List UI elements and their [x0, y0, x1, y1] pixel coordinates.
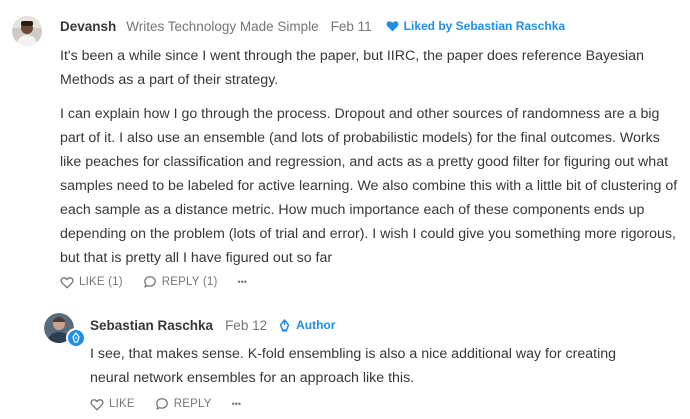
reply-paragraph: I see, that makes sense. K-fold ensembli… — [90, 346, 617, 386]
more-options-icon: ••• — [237, 277, 247, 287]
reply-label: REPLY (1) — [161, 276, 218, 288]
reply-body: I see, that makes sense. K-fold ensembli… — [90, 342, 650, 390]
reply-like-button[interactable]: LIKE — [90, 398, 135, 411]
comment-thread: Devansh Writes Technology Made Simple Fe… — [0, 0, 690, 419]
more-options-icon: ••• — [231, 399, 242, 409]
comment-author-name[interactable]: Devansh — [60, 19, 116, 34]
liked-by-badge: Liked by Sebastian Raschka — [386, 19, 565, 33]
pen-nib-icon — [72, 332, 80, 343]
like-label: LIKE (1) — [79, 276, 123, 288]
heart-icon — [386, 21, 399, 32]
comment-paragraph: It's been a while since I went through t… — [60, 48, 644, 88]
comment-header: Devansh Writes Technology Made Simple Fe… — [60, 16, 565, 36]
reply-more-options-button[interactable]: ••• — [232, 399, 241, 409]
speech-bubble-icon — [143, 276, 156, 288]
avatar[interactable] — [12, 16, 42, 46]
comment-date[interactable]: Feb 11 — [331, 19, 372, 34]
reply-button[interactable]: REPLY (1) — [143, 275, 218, 289]
liked-by-label: Liked by Sebastian Raschka — [403, 19, 566, 33]
author-badge-label: Author — [296, 318, 336, 332]
comment-body: It's been a while since I went through t… — [60, 44, 682, 270]
pen-nib-icon — [279, 318, 290, 332]
author-avatar-badge — [66, 328, 86, 348]
comment-author-subtitle[interactable]: Writes Technology Made Simple — [126, 19, 318, 34]
reply-author-name[interactable]: Sebastian Raschka — [90, 318, 213, 333]
reply-date[interactable]: Feb 12 — [225, 318, 267, 333]
reply-header: Sebastian Raschka Feb 12 Author — [90, 315, 335, 335]
reply-actions: LIKE REPLY ••• — [90, 397, 241, 411]
comment-paragraph: I can explain how I go through the proce… — [60, 106, 678, 266]
speech-bubble-icon — [155, 398, 168, 410]
reply-reply-button[interactable]: REPLY — [155, 397, 212, 411]
comment-actions: LIKE (1) REPLY (1) ••• — [60, 275, 247, 289]
like-button[interactable]: LIKE (1) — [60, 276, 123, 289]
author-badge: Author — [279, 318, 335, 332]
more-options-button[interactable]: ••• — [238, 277, 247, 287]
reply-like-label: LIKE — [109, 398, 135, 410]
heart-outline-icon — [60, 276, 74, 288]
reply-reply-label: REPLY — [173, 398, 212, 410]
heart-outline-icon — [90, 398, 104, 410]
